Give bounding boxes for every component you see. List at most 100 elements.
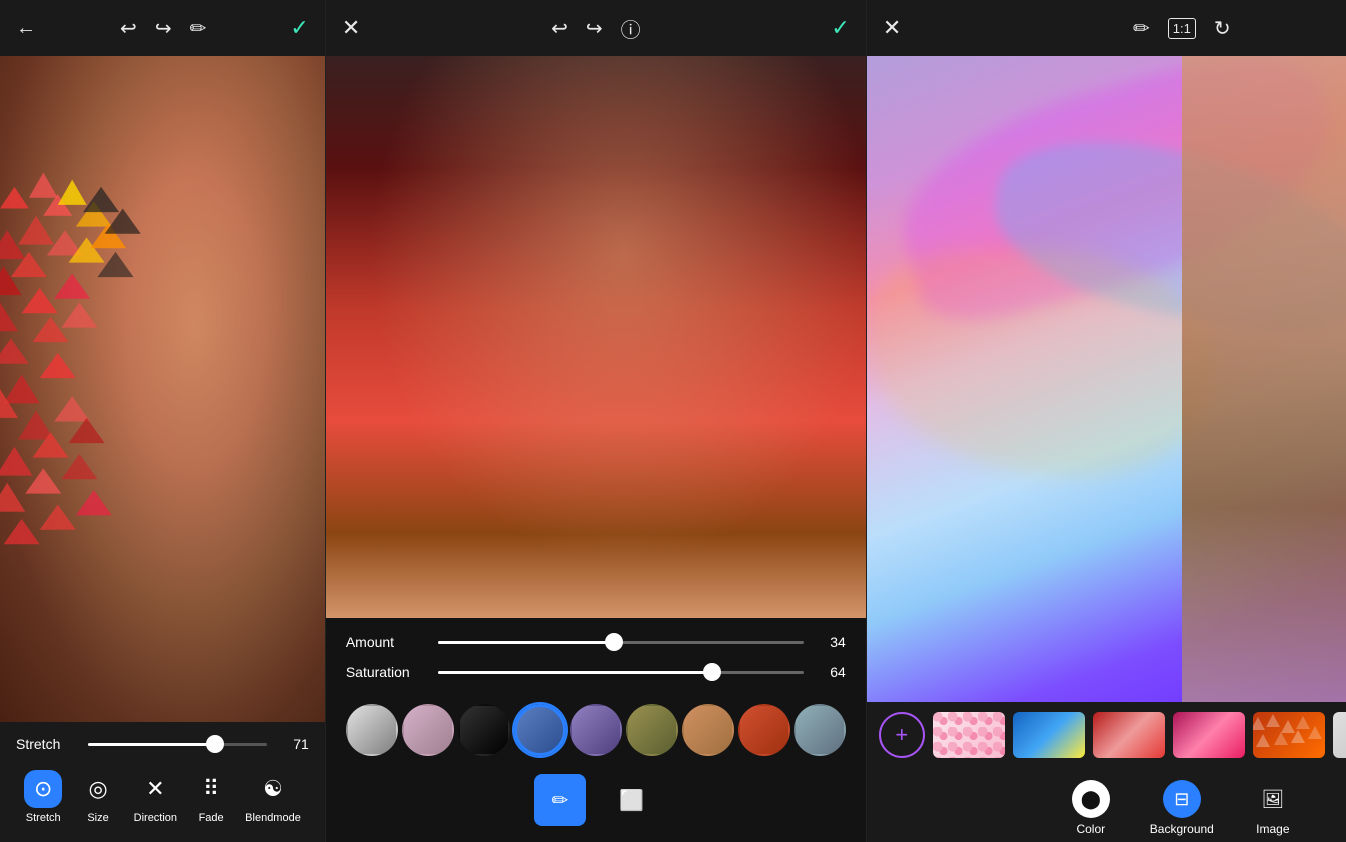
bottom-bar-p1: Stretch 71 ⊙ Stretch ◎ Size xyxy=(0,722,325,842)
swatch-olive[interactable] xyxy=(626,704,678,756)
erase-icon-p3[interactable]: ✏ xyxy=(1133,16,1150,41)
saturation-thumb[interactable] xyxy=(703,663,721,681)
toolbar-center-p3: ✏ 1:1 ↻ xyxy=(1133,16,1231,41)
close-icon-p3[interactable]: ✕ xyxy=(883,15,901,41)
stretch-tool-label: Stretch xyxy=(26,812,61,824)
fade-tool-label: Fade xyxy=(199,812,224,824)
saturation-track[interactable] xyxy=(438,671,804,674)
toolbar-panel2: ✕ ↩ ↪ ⓘ ✓ xyxy=(326,0,866,56)
mode-image[interactable]: 🖼 Image xyxy=(1254,780,1292,836)
toolbar-left-p3: ✕ xyxy=(883,15,901,41)
tool-size[interactable]: ◎ Size xyxy=(70,766,125,828)
toolbar-panel1: ← ↩ ↪ ✏ ✓ xyxy=(0,0,325,56)
panel-stretch: ← ↩ ↪ ✏ ✓ xyxy=(0,0,326,842)
brush-button[interactable]: ✏ xyxy=(534,774,586,826)
brush-tools: ✏ ⬜ xyxy=(346,764,846,834)
swatch-silver[interactable] xyxy=(346,704,398,756)
check-icon-p1[interactable]: ✓ xyxy=(290,15,308,41)
stretch-fill xyxy=(88,743,215,746)
amount-slider-row: Amount 34 xyxy=(346,634,846,650)
background-mode-icon: ⊟ xyxy=(1163,780,1201,818)
swatch-orange[interactable] xyxy=(738,704,790,756)
stretch-icon: ⊙ xyxy=(34,776,52,801)
swatch-teal[interactable] xyxy=(794,704,846,756)
toolbar-right-p1: ✓ xyxy=(290,15,308,41)
image-area-p3 xyxy=(867,56,1346,702)
mode-background[interactable]: ⊟ Background xyxy=(1150,780,1214,836)
panel-color: ✕ ↩ ↪ ⓘ ✓ Amount 34 Saturation xyxy=(326,0,867,842)
erase-icon-p1[interactable]: ✏ xyxy=(190,16,207,41)
saturation-value: 64 xyxy=(816,664,846,680)
swatch-tan[interactable] xyxy=(682,704,734,756)
redo-icon-p2[interactable]: ↪ xyxy=(586,16,603,41)
color-mode-label: Color xyxy=(1076,822,1105,836)
close-icon-p2[interactable]: ✕ xyxy=(342,15,360,41)
direction-icon: ✕ xyxy=(146,776,164,801)
swatch-purple[interactable] xyxy=(570,704,622,756)
amount-label: Amount xyxy=(346,634,426,650)
back-icon[interactable]: ← xyxy=(16,17,36,40)
panel-background: ✕ ✏ 1:1 ↻ ✓ + xyxy=(867,0,1346,842)
saturation-slider-row: Saturation 64 xyxy=(346,664,846,680)
saturation-fill xyxy=(438,671,713,674)
swatch-blue[interactable] xyxy=(514,704,566,756)
tool-fade[interactable]: ⠿ Fade xyxy=(185,766,237,828)
toolbar-center-p1: ↩ ↪ ✏ xyxy=(120,16,206,41)
tool-direction[interactable]: ✕ Direction xyxy=(126,766,185,828)
amount-value: 34 xyxy=(816,634,846,650)
saturation-label: Saturation xyxy=(346,664,426,680)
image-mode-label: Image xyxy=(1256,822,1289,836)
thumb-1[interactable] xyxy=(933,712,1005,758)
toolbar-right-p2: ✓ xyxy=(831,15,849,41)
amount-fill xyxy=(438,641,614,644)
amount-thumb[interactable] xyxy=(605,633,623,651)
undo-icon-p2[interactable]: ↩ xyxy=(551,16,568,41)
color-swatches xyxy=(346,694,846,764)
mode-color[interactable]: ⬤ Color xyxy=(1072,780,1110,836)
bg-thumbs: + xyxy=(867,702,1346,768)
image-area-p2 xyxy=(326,56,866,618)
fade-icon: ⠿ xyxy=(203,776,219,801)
image-area-p1 xyxy=(0,56,325,722)
stretch-thumb[interactable] xyxy=(206,735,224,753)
undo-icon-p1[interactable]: ↩ xyxy=(120,16,137,41)
toolbar-left-p1: ← xyxy=(16,17,36,40)
thumb-5[interactable] xyxy=(1253,712,1325,758)
blendmode-icon: ☯ xyxy=(263,776,283,801)
size-icon: ◎ xyxy=(88,776,107,801)
face-area-p3 xyxy=(1182,56,1346,702)
swatch-black[interactable] xyxy=(458,704,510,756)
triangle-overlay xyxy=(0,56,325,722)
info-icon-p2[interactable]: ⓘ xyxy=(621,14,641,43)
brush-stroke-3 xyxy=(867,250,1214,476)
amount-track[interactable] xyxy=(438,641,804,644)
toolbar-left-p2: ✕ xyxy=(342,15,360,41)
photo-p3 xyxy=(867,56,1346,702)
stretch-label: Stretch xyxy=(16,736,76,752)
check-icon-p2[interactable]: ✓ xyxy=(831,15,849,41)
tool-blendmode[interactable]: ☯ Blendmode xyxy=(237,766,309,828)
tool-stretch[interactable]: ⊙ Stretch xyxy=(16,766,70,828)
stretch-slider-row: Stretch 71 xyxy=(16,736,309,752)
add-background-button[interactable]: + xyxy=(879,712,925,758)
thumb-6[interactable] xyxy=(1333,712,1346,758)
thumb-3[interactable] xyxy=(1093,712,1165,758)
thumb-4[interactable] xyxy=(1173,712,1245,758)
panel2-controls: Amount 34 Saturation 64 xyxy=(326,618,866,842)
photo-p1 xyxy=(0,56,325,722)
erase-button[interactable]: ⬜ xyxy=(606,774,658,826)
stretch-value: 71 xyxy=(279,736,309,752)
refresh-icon-p3[interactable]: ↻ xyxy=(1214,16,1231,41)
redo-icon-p1[interactable]: ↪ xyxy=(155,16,172,41)
image-mode-icon: 🖼 xyxy=(1254,780,1292,818)
toolbar-center-p2: ↩ ↪ ⓘ xyxy=(551,14,641,43)
ratio-icon-p3[interactable]: 1:1 xyxy=(1168,18,1196,39)
thumb-2[interactable] xyxy=(1013,712,1085,758)
photo-p2 xyxy=(326,56,866,618)
stretch-track[interactable] xyxy=(88,743,267,746)
blendmode-tool-label: Blendmode xyxy=(245,812,301,824)
toolbar-panel3: ✕ ✏ 1:1 ↻ ✓ xyxy=(867,0,1346,56)
background-mode-label: Background xyxy=(1150,822,1214,836)
swatch-mauve[interactable] xyxy=(402,704,454,756)
color-mode-icon: ⬤ xyxy=(1072,780,1110,818)
